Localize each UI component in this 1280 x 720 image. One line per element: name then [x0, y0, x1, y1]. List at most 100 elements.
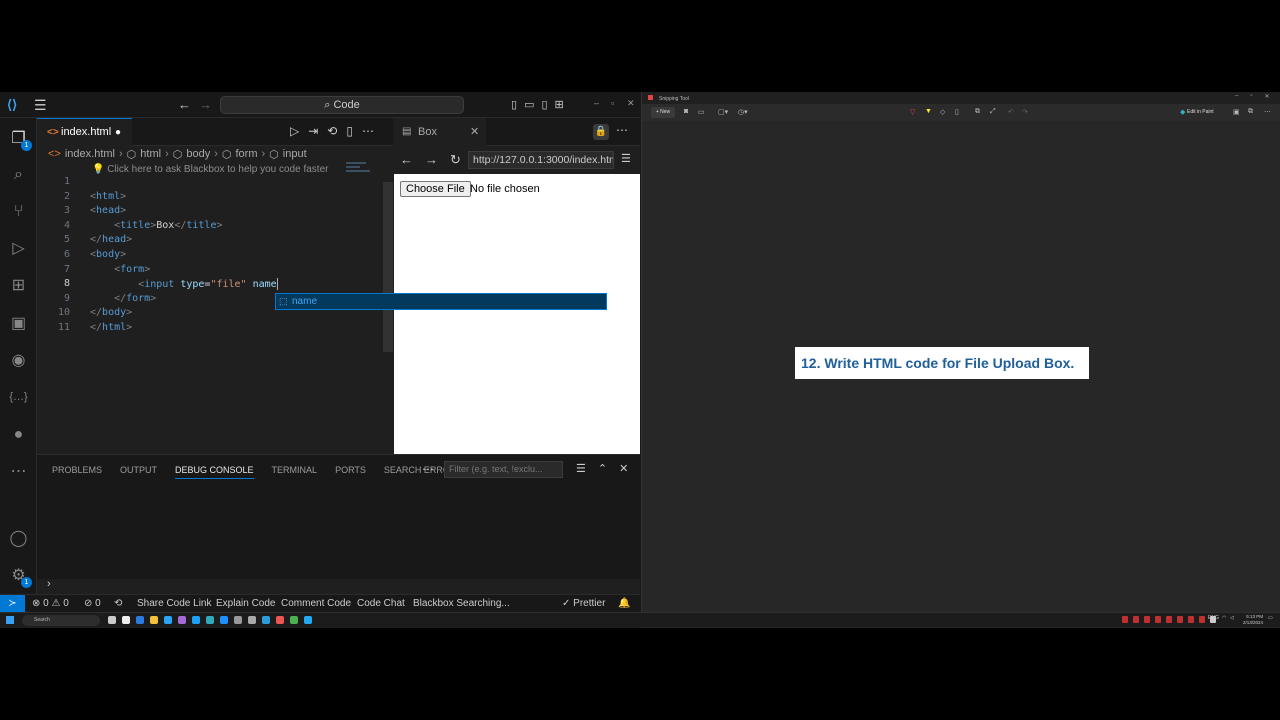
taskbar-clock[interactable]: 5:13 PM 2/13/2024	[1243, 614, 1263, 626]
text-actions-icon[interactable]: ⤢	[990, 108, 996, 116]
tray-icon[interactable]	[1166, 616, 1172, 623]
tab-index-html[interactable]: <> index.html ●	[37, 118, 132, 146]
ballpoint-pen-icon[interactable]: ▽	[910, 108, 915, 116]
close-icon[interactable]: ✕	[470, 125, 479, 138]
ruler-icon[interactable]: ▯	[955, 108, 959, 116]
compare-icon[interactable]: ⟲	[327, 124, 337, 138]
minimap[interactable]	[346, 162, 376, 176]
save-icon[interactable]: ▣	[1233, 108, 1240, 116]
problems-status[interactable]: ⊗ 0 ⚠ 0	[32, 598, 69, 609]
console-prompt-icon[interactable]: ›	[47, 578, 51, 590]
source-control-icon[interactable]: ⑂	[8, 201, 29, 222]
snipping-tool-taskbar-icon[interactable]	[276, 616, 284, 624]
split-editor-icon[interactable]: ▯	[346, 124, 353, 138]
toggle-panel-icon[interactable]: ▭	[524, 98, 534, 111]
tray-icon[interactable]	[1177, 616, 1183, 623]
breadcrumb-item[interactable]: body	[186, 148, 210, 161]
redo-icon[interactable]: ↷	[1022, 108, 1028, 116]
breadcrumb-item[interactable]: form	[235, 148, 257, 161]
tab-problems[interactable]: PROBLEMS	[52, 465, 102, 479]
edge-icon[interactable]	[164, 616, 172, 624]
reload-icon[interactable]: ↻	[450, 152, 461, 168]
search-view-icon[interactable]: ⌕	[8, 164, 29, 185]
app-icon[interactable]	[136, 616, 144, 624]
notifications-bell-icon[interactable]: 🔔	[618, 598, 630, 609]
tray-icon[interactable]	[1133, 616, 1139, 623]
open-preview-icon[interactable]: ⇥	[308, 124, 318, 138]
file-explorer-icon[interactable]	[150, 616, 158, 624]
tab-output[interactable]: OUTPUT	[120, 465, 157, 479]
toggle-primary-sidebar-icon[interactable]: ▯	[511, 98, 517, 111]
manage-gear-icon[interactable]: ⚙ 1	[8, 565, 32, 588]
tab-terminal[interactable]: TERMINAL	[272, 465, 318, 479]
unsaved-dot-icon[interactable]: ●	[115, 127, 121, 138]
copy-icon[interactable]: ⧉	[1248, 108, 1253, 116]
lock-icon[interactable]: 🔒	[593, 124, 609, 140]
blackbox-searching[interactable]: Blackbox Searching...	[413, 598, 510, 609]
filter-input[interactable]: Filter (e.g. text, !exclu...	[444, 461, 563, 478]
run-debug-icon[interactable]: ▷	[8, 238, 29, 259]
editor-scrollbar[interactable]	[383, 182, 393, 352]
tab-box-preview[interactable]: ▤ Box ✕	[394, 118, 486, 146]
remote-explorer-icon[interactable]: ▣	[8, 313, 29, 334]
more-tabs-icon[interactable]: ⋯	[422, 462, 434, 476]
choose-file-button[interactable]: Choose File	[400, 181, 471, 197]
clear-console-icon[interactable]: ☰	[576, 462, 586, 475]
video-mode-icon[interactable]: ▭	[698, 108, 705, 116]
new-snip-button[interactable]: + New	[651, 107, 675, 118]
blackbox-hint[interactable]: 💡 Click here to ask Blackbox to help you…	[92, 164, 328, 175]
app-icon[interactable]	[234, 616, 242, 624]
github-icon[interactable]: ●	[8, 424, 29, 445]
breadcrumb-item[interactable]: index.html	[65, 148, 115, 161]
command-center[interactable]: ⌕ Code	[220, 96, 464, 114]
autocomplete-suggestion[interactable]: ⬚ name	[275, 293, 607, 310]
url-input[interactable]: http://127.0.0.1:3000/index.html	[468, 151, 614, 169]
hamburger-menu-icon[interactable]: ☰	[34, 97, 47, 114]
notification-center-icon[interactable]: ▭	[1268, 615, 1273, 621]
close-window-button[interactable]: ✕	[1264, 93, 1269, 100]
volume-icon[interactable]: ◁	[1230, 615, 1234, 621]
maximize-button[interactable]: ▫	[1250, 93, 1252, 100]
app-icon[interactable]	[220, 616, 228, 624]
menu-icon[interactable]: ☰	[621, 152, 631, 165]
app-icon[interactable]	[248, 616, 256, 624]
vscode-taskbar-icon[interactable]	[304, 616, 312, 624]
chrome-icon[interactable]	[290, 616, 298, 624]
tab-debug-console[interactable]: DEBUG CONSOLE	[175, 465, 254, 479]
toggle-secondary-sidebar-icon[interactable]: ▯	[541, 98, 547, 111]
blackbox-icon[interactable]: ⟲	[114, 598, 122, 609]
delay-timer-icon[interactable]: ◷▾	[738, 108, 748, 116]
code-editor[interactable]: 1 2 <html> 3 <head> 4 <title>Box</title>…	[37, 176, 383, 476]
close-window-button[interactable]: ✕	[627, 98, 635, 109]
widgets-icon[interactable]	[108, 616, 116, 624]
forward-arrow-icon[interactable]: →	[425, 152, 438, 167]
json-icon[interactable]: {…}	[8, 387, 29, 408]
taskbar-search[interactable]: Search	[22, 615, 100, 626]
start-windows-icon[interactable]	[6, 616, 14, 624]
camera-mode-icon[interactable]: ◙	[684, 108, 688, 115]
extensions-icon[interactable]: ⊞	[8, 275, 29, 296]
tab-ports[interactable]: PORTS	[335, 465, 366, 479]
explorer-icon[interactable]: ❐ 1	[8, 128, 32, 151]
maximize-panel-icon[interactable]: ⌃	[598, 462, 607, 475]
language-indicator[interactable]: ENG	[1208, 615, 1219, 621]
customize-layout-icon[interactable]: ⊞	[555, 98, 564, 111]
breadcrumb-item[interactable]: input	[283, 148, 307, 161]
more-actions-icon[interactable]: ⋯	[616, 123, 628, 137]
minimize-button[interactable]: –	[594, 98, 599, 108]
app-icon[interactable]	[192, 616, 200, 624]
back-arrow-icon[interactable]: ←	[400, 152, 413, 167]
back-arrow-icon[interactable]: ←	[178, 97, 191, 112]
remote-indicator-icon[interactable]: ≻	[0, 595, 25, 613]
app-icon[interactable]	[262, 616, 270, 624]
crop-icon[interactable]: ⧉	[975, 108, 980, 116]
accounts-icon[interactable]: ◯	[8, 528, 29, 549]
explain-code[interactable]: Explain Code	[216, 598, 275, 609]
tray-icon[interactable]	[1122, 616, 1128, 623]
more-views-icon[interactable]: ⋯	[8, 461, 29, 482]
edit-in-paint-button[interactable]: Edit in Paint	[1187, 109, 1214, 115]
maximize-button[interactable]: ▫	[611, 98, 614, 108]
tray-icon[interactable]	[1199, 616, 1205, 623]
tray-icon[interactable]	[1155, 616, 1161, 623]
comment-code[interactable]: Comment Code	[281, 598, 351, 609]
